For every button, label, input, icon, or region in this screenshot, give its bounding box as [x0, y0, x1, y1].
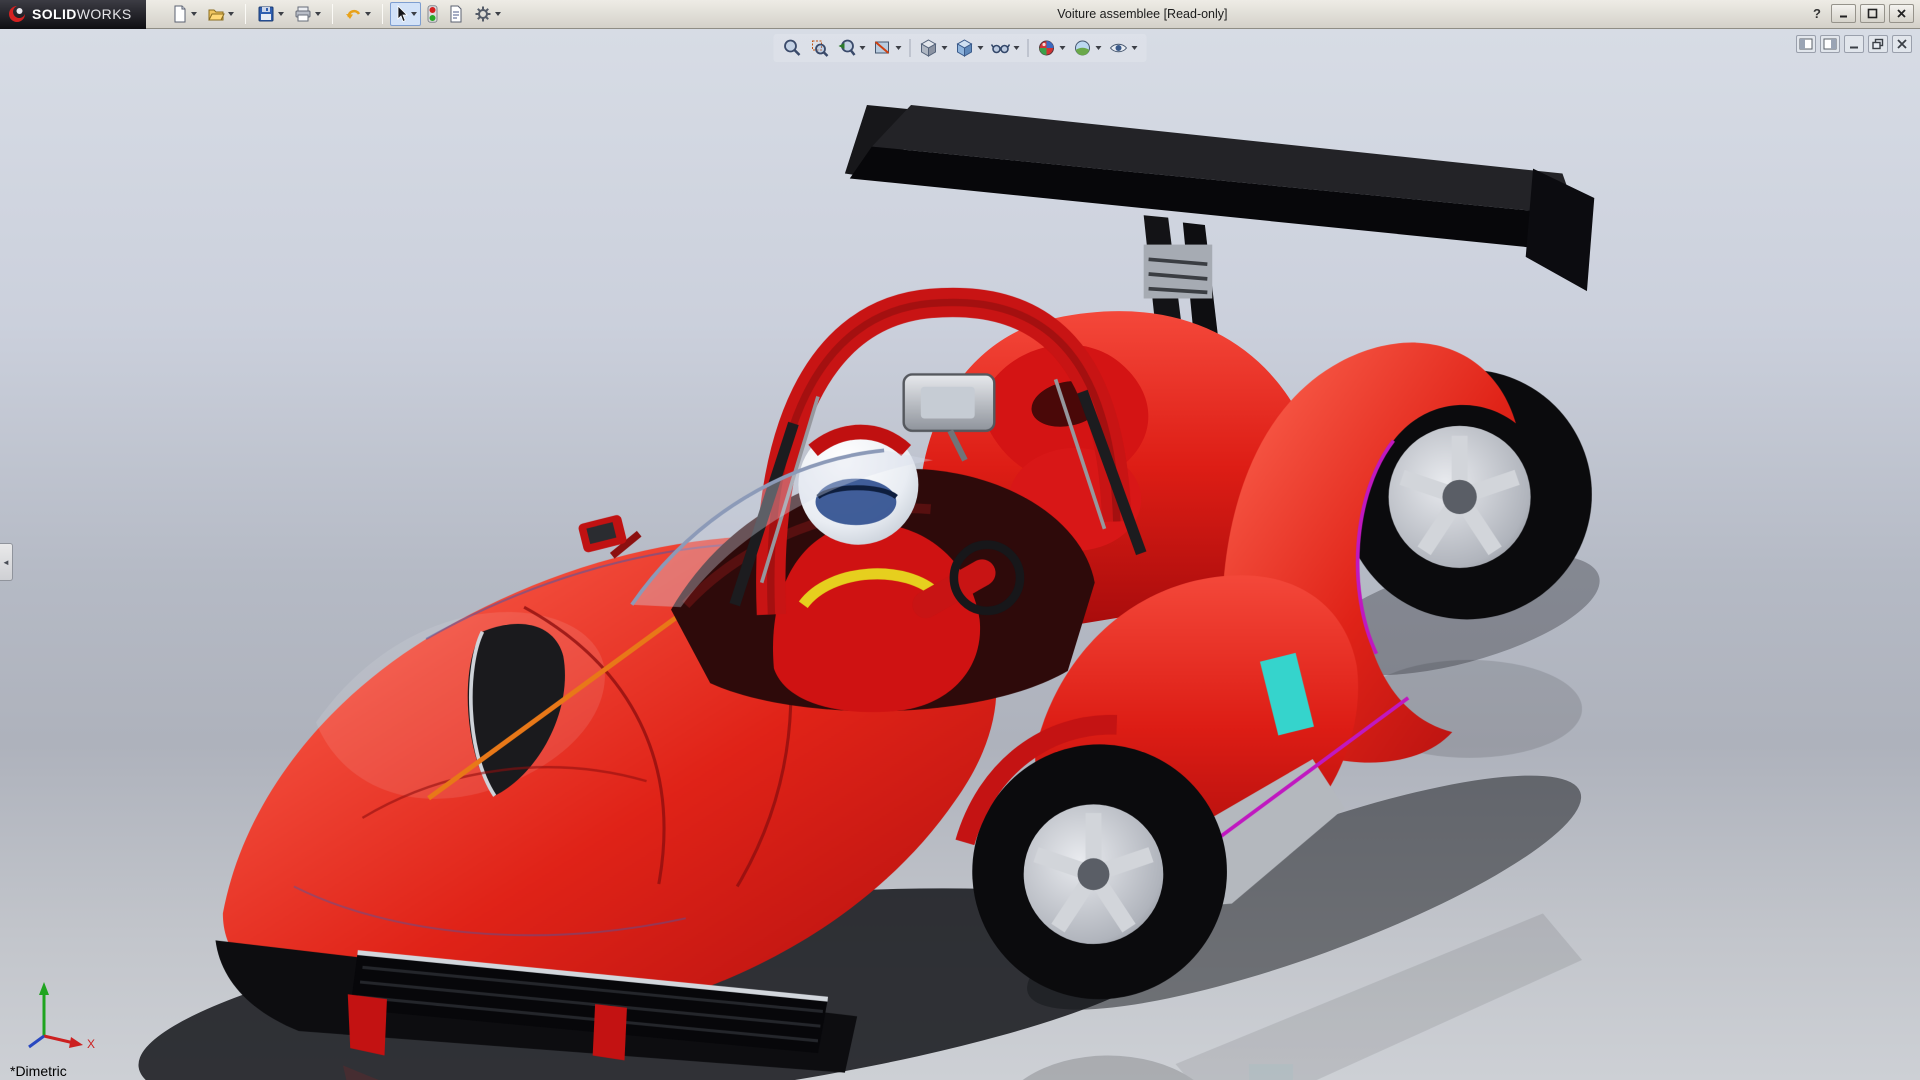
maximize-icon: [1867, 8, 1878, 19]
save-icon: [257, 5, 275, 23]
doc-restore-icon: [1871, 38, 1885, 50]
toolbar-separator: [382, 4, 383, 24]
previous-view-icon: [837, 38, 857, 58]
toggle-right-pane-button[interactable]: [1820, 35, 1840, 53]
dropdown-caret[interactable]: [978, 46, 984, 50]
dropdown-caret[interactable]: [1132, 46, 1138, 50]
select-tool-button[interactable]: [390, 2, 421, 26]
dropdown-caret[interactable]: [1060, 46, 1066, 50]
featuremanager-collapse-tab[interactable]: ◄: [0, 543, 13, 581]
window-controls: ?: [1813, 4, 1914, 23]
print-button[interactable]: [290, 2, 325, 26]
triad-x-arrow: [69, 1037, 83, 1048]
rebuild-button[interactable]: [423, 2, 442, 26]
zoom-to-fit-button[interactable]: [780, 36, 806, 60]
rebuild-traffic-light-icon: [427, 5, 438, 23]
apply-scene-button[interactable]: [1070, 36, 1105, 60]
file-properties-icon: [448, 5, 464, 23]
graphics-area[interactable]: [0, 29, 1920, 1080]
dropdown-caret[interactable]: [1096, 46, 1102, 50]
display-style-icon: [955, 38, 975, 58]
view-orientation-button[interactable]: [916, 36, 951, 60]
titlebar: SOLIDWORKS: [0, 0, 1920, 29]
front-right-wheel[interactable]: [972, 744, 1227, 999]
dropdown-caret[interactable]: [896, 46, 902, 50]
toolbar-separator: [245, 4, 246, 24]
zoom-to-fit-icon: [783, 38, 803, 58]
display-style-button[interactable]: [952, 36, 987, 60]
section-view-icon: [873, 38, 893, 58]
minimize-icon: [1838, 8, 1849, 19]
dropdown-caret[interactable]: [860, 46, 866, 50]
graphics-viewport[interactable]: X *Dimetric: [0, 29, 1920, 1080]
zoom-to-area-icon: [810, 38, 830, 58]
doc-close-button[interactable]: [1892, 35, 1912, 53]
dropdown-caret[interactable]: [278, 12, 284, 16]
hide-show-items-button[interactable]: [988, 36, 1023, 60]
edit-appearance-icon: [1037, 38, 1057, 58]
maximize-button[interactable]: [1860, 4, 1885, 23]
dropdown-caret[interactable]: [191, 12, 197, 16]
close-button[interactable]: [1889, 4, 1914, 23]
minimize-button[interactable]: [1831, 4, 1856, 23]
dropdown-caret[interactable]: [315, 12, 321, 16]
solidworks-window: { "window": { "brand": { "name_bold": "S…: [0, 0, 1920, 1080]
dassault-systemes-logo-icon: [8, 5, 26, 23]
toggle-right-pane-icon: [1823, 38, 1837, 50]
file-properties-button[interactable]: [444, 2, 468, 26]
dropdown-caret[interactable]: [1014, 46, 1020, 50]
apply-scene-icon: [1073, 38, 1093, 58]
zoom-to-area-button[interactable]: [807, 36, 833, 60]
select-cursor-icon: [394, 5, 408, 23]
view-orientation-label: *Dimetric: [10, 1063, 67, 1079]
section-view-button[interactable]: [870, 36, 905, 60]
edit-appearance-button[interactable]: [1034, 36, 1069, 60]
doc-minimize-icon: [1847, 38, 1861, 50]
dropdown-caret[interactable]: [942, 46, 948, 50]
document-window-controls: [1796, 35, 1912, 53]
previous-view-button[interactable]: [834, 36, 869, 60]
options-button[interactable]: [470, 2, 505, 26]
doc-restore-button[interactable]: [1868, 35, 1888, 53]
new-document-icon: [172, 5, 188, 23]
toolbar-separator: [910, 39, 911, 57]
heads-up-view-toolbar: [774, 34, 1147, 62]
triad-x-label: X: [87, 1037, 95, 1051]
main-toolbar: [168, 2, 505, 26]
open-document-button[interactable]: [203, 2, 238, 26]
open-document-icon: [207, 5, 225, 23]
toggle-left-pane-button[interactable]: [1796, 35, 1816, 53]
solidworks-logo: SOLIDWORKS: [0, 0, 146, 29]
orientation-triad: X: [16, 974, 112, 1058]
undo-button[interactable]: [340, 2, 375, 26]
side-mirror[interactable]: [578, 514, 640, 556]
undo-icon: [344, 5, 362, 23]
triad-y-arrow: [39, 982, 49, 995]
view-settings-icon: [1109, 38, 1129, 58]
dropdown-caret[interactable]: [228, 12, 234, 16]
close-icon: [1896, 8, 1907, 19]
dropdown-caret[interactable]: [495, 12, 501, 16]
toolbar-separator: [1028, 39, 1029, 57]
dropdown-caret[interactable]: [365, 12, 371, 16]
view-settings-button[interactable]: [1106, 36, 1141, 60]
brand-text: SOLIDWORKS: [32, 6, 132, 22]
view-orientation-cube-icon: [919, 38, 939, 58]
help-button[interactable]: ?: [1813, 6, 1821, 21]
print-icon: [294, 5, 312, 23]
window-title: Voiture assemblee [Read-only]: [1057, 7, 1227, 21]
doc-close-icon: [1895, 38, 1909, 50]
toggle-left-pane-icon: [1799, 38, 1813, 50]
hide-show-items-icon: [991, 38, 1011, 58]
collapse-arrow-icon: ◄: [2, 558, 10, 567]
doc-minimize-button[interactable]: [1844, 35, 1864, 53]
toolbar-separator: [332, 4, 333, 24]
rear-wing[interactable]: [845, 105, 1594, 355]
dropdown-caret[interactable]: [411, 12, 417, 16]
save-button[interactable]: [253, 2, 288, 26]
triad-z-axis: [29, 1036, 44, 1047]
new-document-button[interactable]: [168, 2, 201, 26]
options-gear-icon: [474, 5, 492, 23]
